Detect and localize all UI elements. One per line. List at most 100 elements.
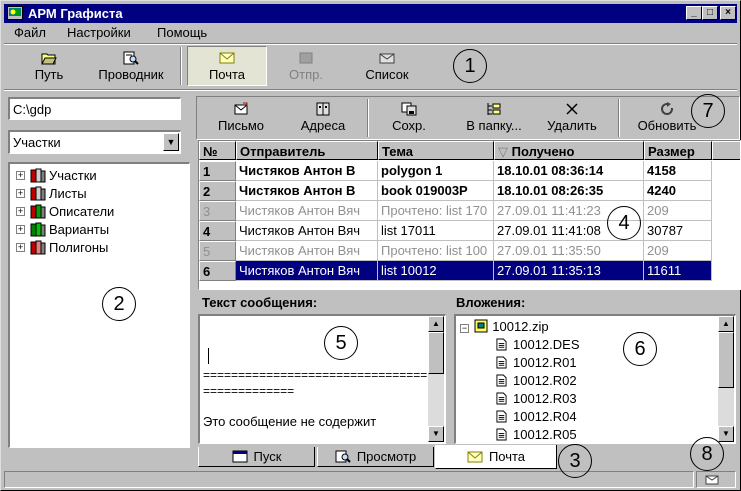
move-to-folder-button[interactable]: В папку... — [456, 100, 532, 138]
preview-icon — [335, 450, 351, 463]
arrow-up-icon: ▲ — [722, 319, 730, 328]
attachment-file-label: 10012.DES — [513, 337, 580, 352]
close-icon: × — [725, 7, 731, 18]
document-icon — [496, 428, 507, 441]
mail-status-icon — [705, 475, 719, 485]
path-button[interactable]: Путь — [21, 47, 77, 87]
attachments-label: Вложения: — [456, 295, 526, 310]
move-to-folder-icon — [487, 103, 501, 115]
cell-subject: polygon 1 — [378, 161, 494, 181]
message-scrollbar[interactable]: ▲ ▼ — [428, 316, 444, 442]
close-button[interactable]: × — [720, 6, 736, 20]
new-letter-button[interactable]: Письмо — [206, 100, 276, 138]
expand-icon[interactable]: + — [16, 171, 25, 180]
category-combo-value: Участки — [13, 135, 61, 150]
delete-button[interactable]: Удалить — [537, 100, 607, 138]
tab-start[interactable]: Пуск — [198, 447, 315, 467]
scroll-down-button[interactable]: ▼ — [428, 426, 444, 442]
tab-preview[interactable]: Просмотр — [317, 447, 434, 467]
table-row[interactable]: 3 Чистяков Антон Вяч Прочтено: list 170 … — [199, 201, 740, 221]
table-row[interactable]: 2 Чистяков Антон В book 019003P 18.10.01… — [199, 181, 740, 201]
expand-icon[interactable]: + — [16, 189, 25, 198]
attachment-file[interactable]: 10012.DES — [496, 337, 580, 355]
cell-sender: Чистяков Антон Вяч — [236, 261, 378, 281]
cell-received: 18.10.01 08:26:35 — [494, 181, 644, 201]
table-row-selected[interactable]: 6 Чистяков Антон Вяч list 10012 27.09.01… — [199, 261, 740, 281]
scroll-up-button[interactable]: ▲ — [428, 316, 444, 332]
column-header-size[interactable]: Размер — [644, 141, 712, 160]
attachment-file[interactable]: 10012.R02 — [496, 373, 577, 391]
send-button[interactable]: Отпр. — [275, 47, 337, 87]
callout-1: 1 — [453, 49, 487, 83]
column-header-subject[interactable]: Тема — [378, 141, 494, 160]
books-icon — [30, 222, 46, 237]
scroll-up-button[interactable]: ▲ — [718, 316, 734, 332]
column-header-number[interactable]: № — [199, 141, 236, 160]
callout-6: 6 — [623, 332, 657, 366]
attachments-tree[interactable]: − 10012.zip 10012.DES 10012.R01 10012.R0… — [454, 314, 736, 444]
expand-icon[interactable]: + — [16, 225, 25, 234]
tree-item-label: Полигоны — [49, 240, 109, 255]
new-letter-icon — [234, 102, 248, 115]
attachment-file[interactable]: 10012.R01 — [496, 355, 577, 373]
callout-8: 8 — [690, 437, 724, 471]
scroll-down-button[interactable]: ▼ — [718, 426, 734, 442]
path-field[interactable]: C:\gdp — [8, 97, 181, 120]
attachment-file-label: 10012.R01 — [513, 355, 577, 370]
attachment-file[interactable]: 10012.R05 — [496, 427, 577, 443]
attachment-file-label: 10012.R03 — [513, 391, 577, 406]
cell-size: 30787 — [644, 221, 712, 241]
app-icon — [7, 6, 23, 20]
collapse-icon[interactable]: − — [460, 324, 469, 333]
message-line-3: Это сообщение не содержит — [203, 414, 377, 429]
mail-label: Почта — [208, 67, 246, 82]
minimize-button[interactable]: _ — [686, 6, 702, 20]
text-cursor — [208, 348, 209, 364]
address-book-button[interactable]: Адреса — [288, 100, 358, 138]
combo-dropdown-button[interactable]: ▼ — [163, 133, 179, 151]
cell-received: 27.09.01 11:35:50 — [494, 241, 644, 261]
envelope-list-icon — [379, 53, 395, 64]
cell-size: 209 — [644, 241, 712, 261]
scroll-thumb[interactable] — [718, 332, 734, 388]
row-number: 5 — [199, 241, 236, 261]
list-label: Список — [365, 67, 409, 82]
minimize-icon: _ — [691, 7, 697, 18]
menu-help[interactable]: Помощь — [157, 25, 207, 40]
column-header-received-label: Получено — [511, 144, 575, 159]
mail-button[interactable]: Почта — [187, 46, 267, 86]
message-text-area[interactable]: ================================ =======… — [198, 314, 446, 444]
menu-divider — [4, 43, 737, 45]
column-header-received[interactable]: ▽ Получено — [494, 141, 644, 160]
menu-settings[interactable]: Настройки — [67, 25, 131, 40]
tab-start-label: Пуск — [253, 449, 282, 464]
table-row[interactable]: 4 Чистяков Антон Вяч list 17011 27.09.01… — [199, 221, 740, 241]
title-bar[interactable]: АРМ Графиста _ □ × — [4, 4, 737, 23]
expand-icon[interactable]: + — [16, 243, 25, 252]
scroll-thumb[interactable] — [428, 332, 444, 374]
arrow-down-icon: ▼ — [722, 429, 730, 438]
cell-subject: list 17011 — [378, 221, 494, 241]
table-row[interactable]: 1 Чистяков Антон В polygon 1 18.10.01 08… — [199, 161, 740, 181]
cell-subject: Прочтено: list 100 — [378, 241, 494, 261]
attachments-scrollbar[interactable]: ▲ ▼ — [718, 316, 734, 442]
explorer-button[interactable]: Проводник — [87, 47, 175, 87]
column-header-sender[interactable]: Отправитель — [236, 141, 378, 160]
row-number: 2 — [199, 181, 236, 201]
maximize-button[interactable]: □ — [702, 6, 718, 20]
attachment-file-label: 10012.R04 — [513, 409, 577, 424]
menu-file[interactable]: Файл — [14, 25, 46, 40]
attachment-root[interactable]: − 10012.zip — [460, 319, 549, 337]
folder-open-icon — [41, 53, 57, 65]
category-combo[interactable]: Участки ▼ — [8, 130, 181, 154]
message-grid: № Отправитель Тема ▽ Получено Размер 1 Ч… — [198, 140, 741, 290]
delete-icon — [566, 103, 578, 115]
list-button[interactable]: Список — [351, 47, 423, 87]
save-button[interactable]: Сохр. — [376, 100, 442, 138]
cell-size: 4240 — [644, 181, 712, 201]
attachment-file[interactable]: 10012.R03 — [496, 391, 577, 409]
attachment-file[interactable]: 10012.R04 — [496, 409, 577, 427]
tab-mail[interactable]: Почта — [435, 445, 557, 469]
table-row[interactable]: 5 Чистяков Антон Вяч Прочтено: list 100 … — [199, 241, 740, 261]
expand-icon[interactable]: + — [16, 207, 25, 216]
